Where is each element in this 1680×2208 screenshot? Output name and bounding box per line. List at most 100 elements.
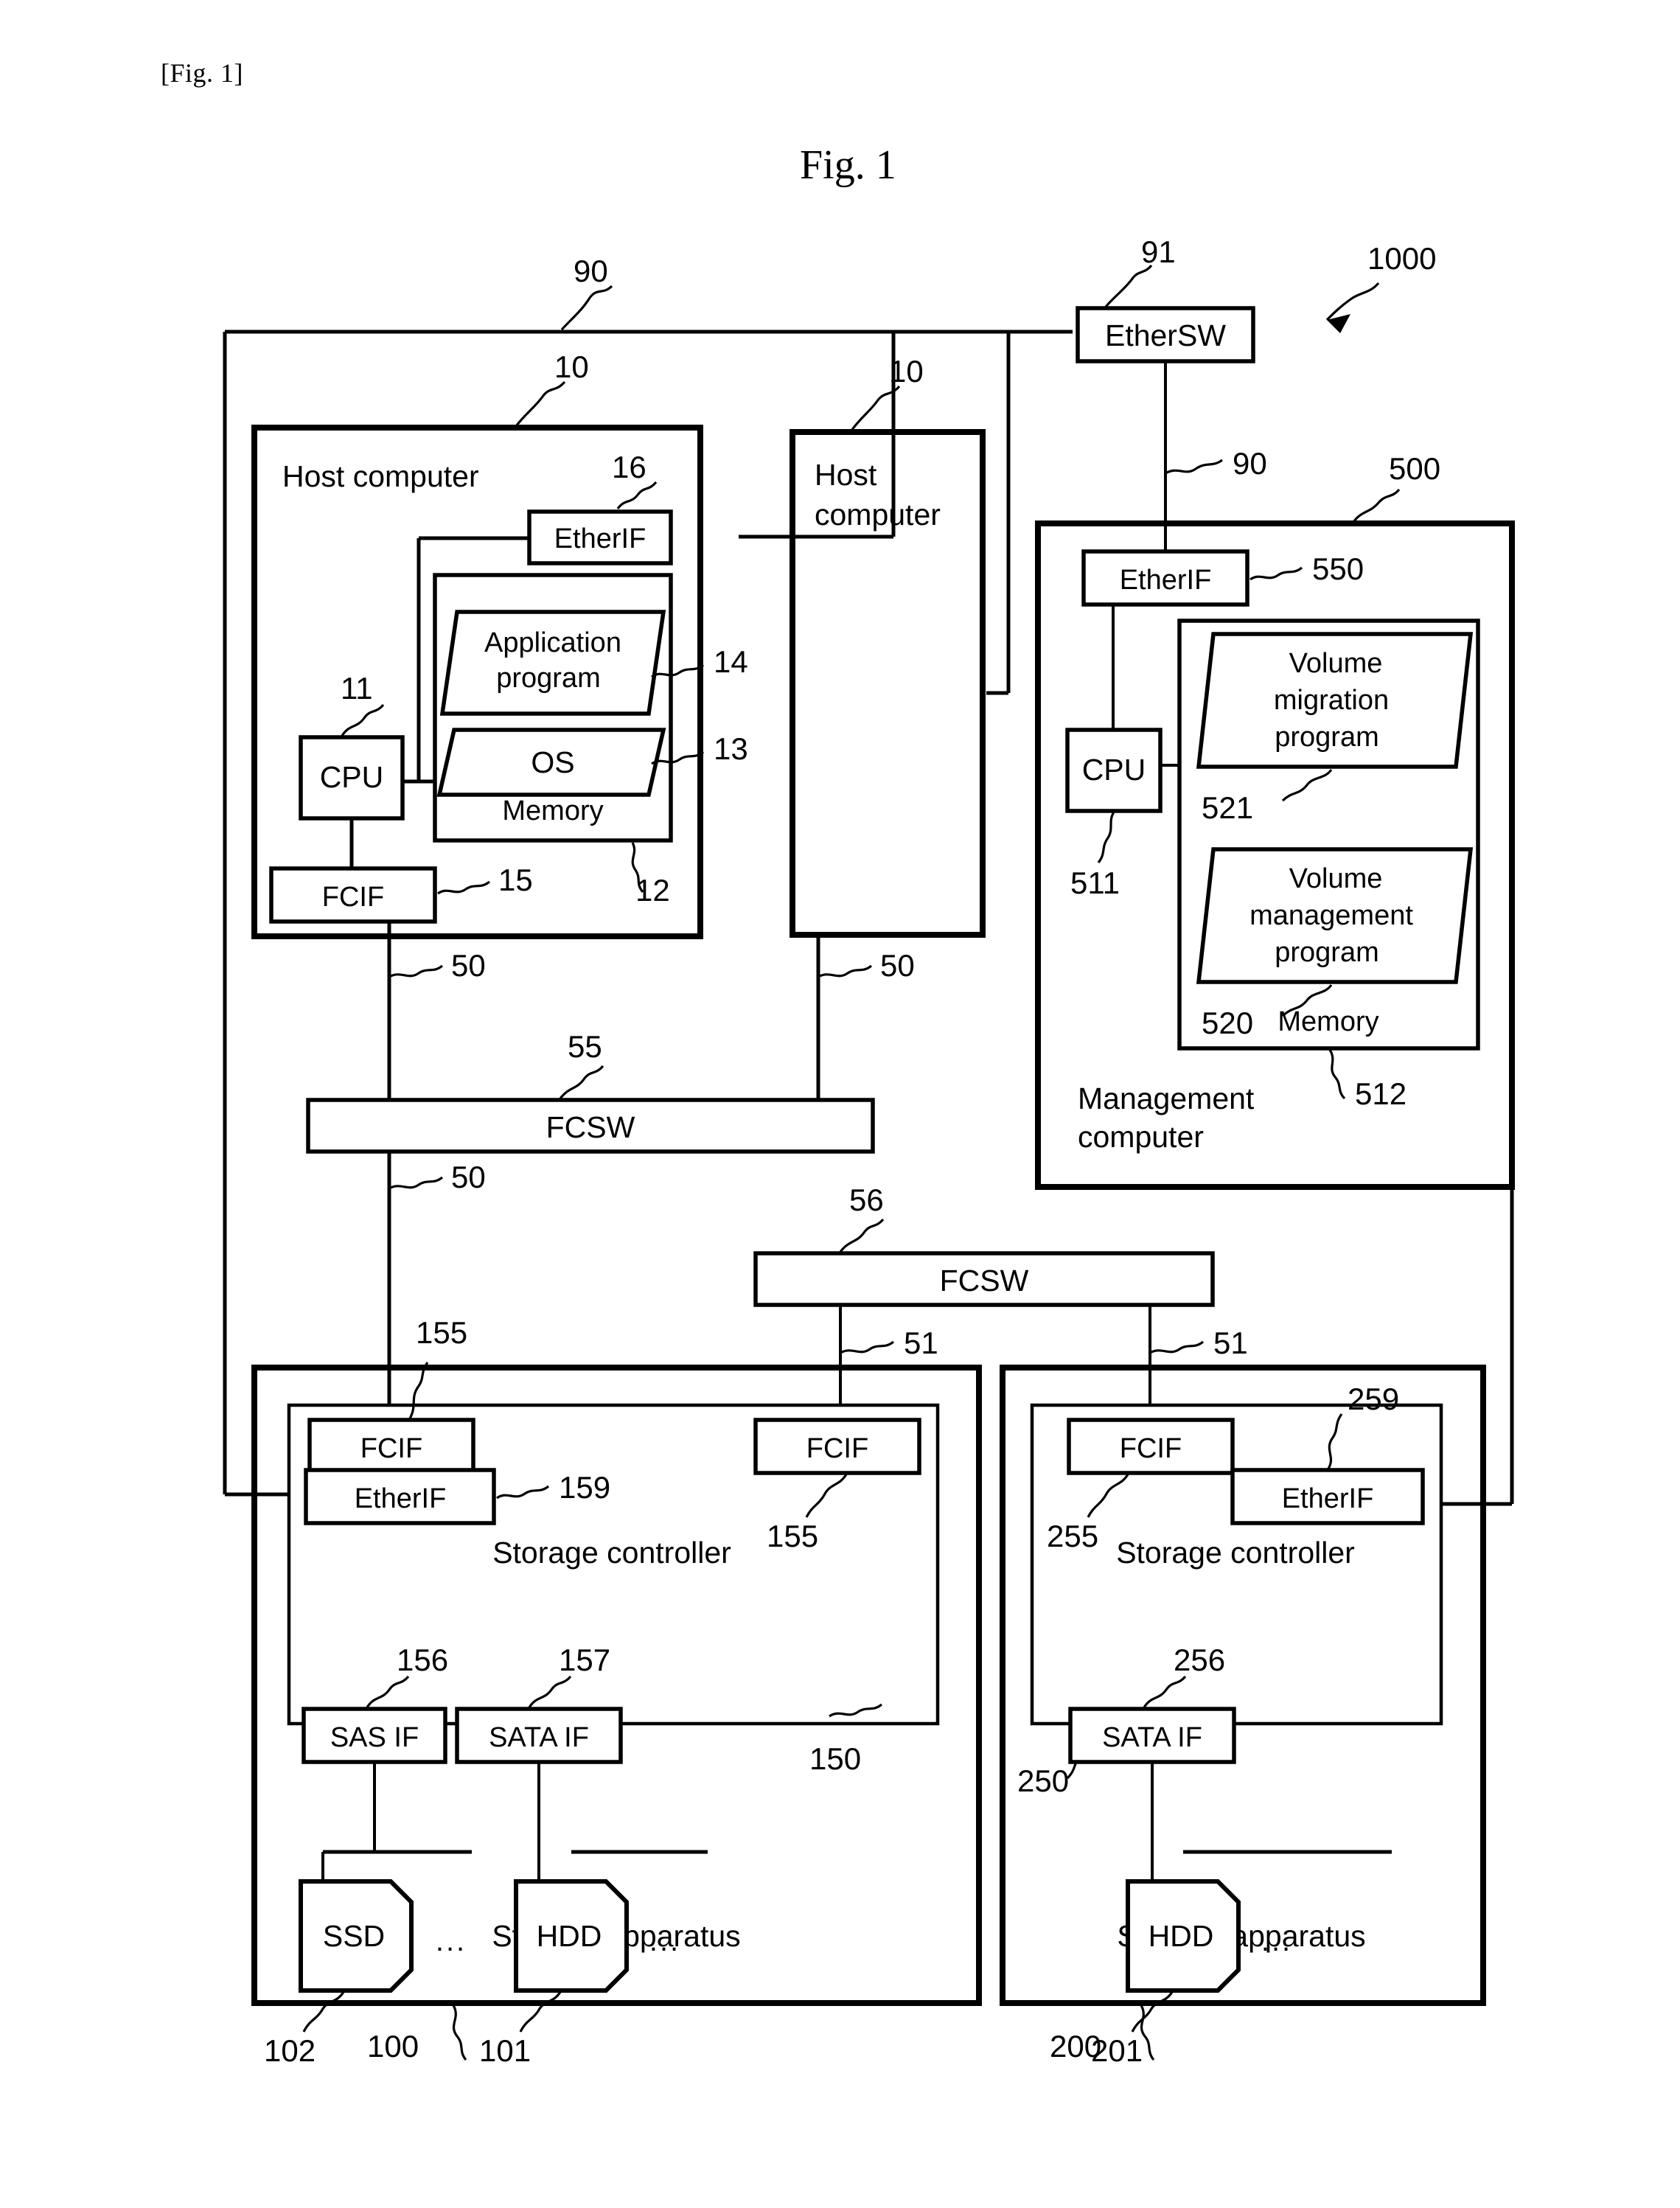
- ref-16: 16: [612, 450, 646, 484]
- ref-91: 91: [1141, 234, 1176, 269]
- lead-line-91: [1104, 264, 1153, 308]
- lead-line-50-host2: [818, 964, 873, 978]
- lead-line-102: [302, 1991, 345, 2033]
- ref-102: 102: [264, 2033, 316, 2068]
- host1-etherif-label: EtherIF: [554, 523, 646, 554]
- storage1-sasif-label: SAS IF: [330, 1722, 419, 1753]
- management-computer-title-1: Management: [1078, 1082, 1255, 1115]
- ref-11: 11: [341, 671, 373, 706]
- lead-line-51-right: [1149, 1340, 1205, 1354]
- storage1-fcif-right-label: FCIF: [806, 1433, 868, 1464]
- host1-application-program-label-1: Application: [484, 627, 621, 658]
- ref-90-top: 90: [574, 254, 608, 288]
- fcsw-56-label: FCSW: [940, 1264, 1029, 1298]
- ref-157: 157: [559, 1643, 610, 1677]
- lead-line-90-top: [560, 285, 613, 331]
- ref-511: 511: [1070, 866, 1120, 900]
- storage1-ssd-label: SSD: [323, 1919, 385, 1953]
- figure-diagram: 90 EtherSW 91 1000 90 Host computer 10 E…: [223, 234, 1515, 2068]
- ref-550: 550: [1312, 551, 1364, 586]
- storage1-sataif-label: SATA IF: [489, 1722, 589, 1753]
- storage1-fcif-left-label: FCIF: [360, 1433, 422, 1464]
- ref-521: 521: [1202, 790, 1253, 825]
- ref-150: 150: [809, 1741, 861, 1776]
- host1-cpu-label: CPU: [320, 760, 384, 794]
- lead-line-50-storage: [388, 1176, 444, 1190]
- ref-256: 256: [1174, 1643, 1225, 1677]
- ref-51-right: 51: [1213, 1326, 1248, 1360]
- host-computer-2-title-1: Host: [815, 458, 877, 492]
- ref-13: 13: [714, 731, 748, 766]
- storage2-sataif-label: SATA IF: [1102, 1722, 1202, 1753]
- lead-line-11: [341, 703, 385, 736]
- volume-management-label-1: Volume: [1289, 863, 1383, 894]
- volume-migration-label-2: migration: [1274, 685, 1389, 716]
- ref-259: 259: [1348, 1382, 1399, 1416]
- ref-159: 159: [559, 1470, 610, 1505]
- lead-line-512: [1328, 1049, 1346, 1100]
- lead-line-201: [1131, 1991, 1174, 2033]
- ref-155-right: 155: [767, 1519, 818, 1553]
- ref-50-host2: 50: [880, 948, 915, 983]
- lead-line-101: [519, 1991, 562, 2033]
- storage1-ssd-ellipsis: ...: [436, 1925, 467, 1957]
- ref-90-mgmt: 90: [1233, 446, 1267, 481]
- volume-migration-label-3: program: [1275, 722, 1379, 753]
- fcsw-55-label: FCSW: [546, 1110, 635, 1144]
- host-computer-2-title-2: computer: [815, 498, 941, 532]
- ref-10-host2: 10: [889, 354, 924, 389]
- ref-101: 101: [479, 2033, 531, 2068]
- storage2-fcif-label: FCIF: [1120, 1433, 1182, 1464]
- patent-figure-page: [Fig. 1] Fig. 1 90 EtherSW 91 1000 90 Ho…: [0, 0, 1680, 2208]
- ref-500: 500: [1389, 451, 1440, 486]
- ref-55: 55: [568, 1029, 602, 1064]
- host-computer-1-title: Host computer: [282, 459, 479, 493]
- ref-250: 250: [1017, 1763, 1069, 1798]
- lead-line-100: [452, 2005, 467, 2061]
- lead-line-90-mgmt: [1165, 459, 1223, 475]
- volume-management-label-3: program: [1275, 937, 1379, 968]
- mgmt-cpu-label: CPU: [1082, 753, 1146, 787]
- lead-line-550: [1249, 566, 1303, 581]
- storage2-etherif-label: EtherIF: [1282, 1483, 1374, 1514]
- ref-50-host1: 50: [451, 948, 486, 983]
- volume-migration-label-1: Volume: [1289, 648, 1383, 679]
- ref-100: 100: [367, 2029, 419, 2064]
- lead-line-55: [559, 1065, 604, 1099]
- ref-50-storage: 50: [451, 1160, 486, 1194]
- ref-15: 15: [498, 863, 533, 897]
- lead-line-51-left: [840, 1340, 895, 1354]
- ref-512: 512: [1355, 1076, 1407, 1111]
- storage2-controller-label: Storage controller: [1116, 1536, 1355, 1570]
- host1-fcif-label: FCIF: [322, 882, 384, 913]
- ref-14: 14: [714, 644, 748, 679]
- ref-156: 156: [397, 1643, 448, 1677]
- management-computer-title-2: computer: [1078, 1120, 1204, 1154]
- ref-51-left: 51: [904, 1326, 938, 1360]
- ref-201: 201: [1091, 2033, 1143, 2068]
- host1-application-program-label-2: program: [496, 663, 601, 694]
- storage2-hdd-label: HDD: [1149, 1919, 1214, 1953]
- storage2-hdd-ellipsis: ...: [1261, 1925, 1292, 1957]
- lead-line-10-host1: [515, 380, 566, 427]
- lead-line-500: [1352, 488, 1401, 523]
- mgmt-etherif-label: EtherIF: [1120, 565, 1212, 596]
- volume-management-label-2: management: [1249, 900, 1413, 931]
- lead-line-511: [1097, 810, 1116, 864]
- mgmt-memory-label: Memory: [1278, 1006, 1378, 1037]
- ethersw-label: EtherSW: [1105, 318, 1226, 352]
- ref-255: 255: [1047, 1519, 1098, 1553]
- lead-line-50-host1: [388, 964, 444, 978]
- host1-os-label: OS: [531, 745, 574, 779]
- ref-155-left: 155: [416, 1315, 467, 1350]
- ref-56: 56: [849, 1183, 884, 1217]
- lead-line-56: [839, 1218, 885, 1253]
- storage1-etherif-label: EtherIF: [355, 1483, 447, 1514]
- ref-10-host1: 10: [554, 349, 589, 384]
- storage1-hdd-ellipsis: ...: [649, 1925, 680, 1957]
- ref-520: 520: [1202, 1006, 1253, 1040]
- lead-line-16: [616, 481, 658, 509]
- ref-12: 12: [635, 873, 670, 908]
- lead-line-1000: [1325, 282, 1380, 321]
- lead-line-15: [437, 880, 491, 895]
